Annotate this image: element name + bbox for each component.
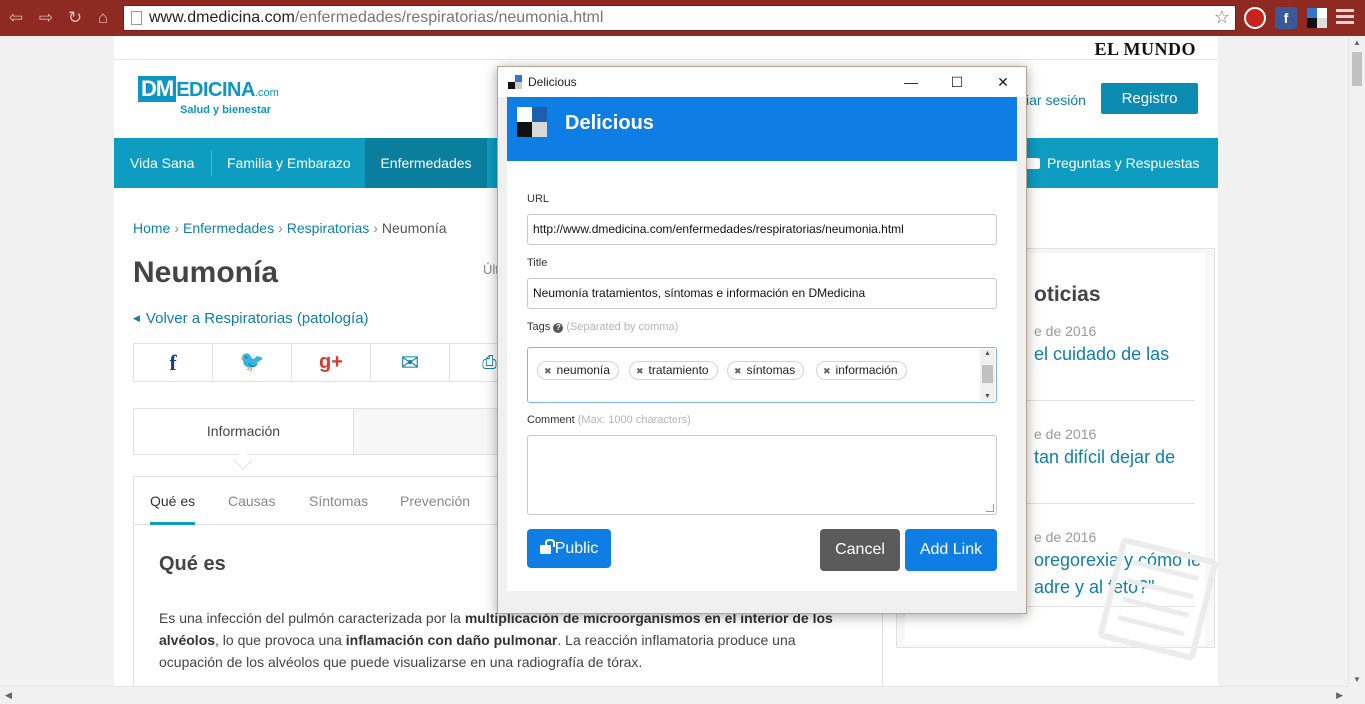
breadcrumb-enfermedades[interactable]: Enfermedades bbox=[183, 220, 274, 236]
sidebar-title: oticias bbox=[1034, 283, 1101, 306]
news-link[interactable]: tan difícil dejar de bbox=[1034, 444, 1175, 471]
section-title: Qué es bbox=[159, 553, 226, 575]
title-field[interactable]: Neumonía tratamientos, síntomas e inform… bbox=[527, 278, 997, 309]
back-arrow-icon[interactable]: ⇦ bbox=[6, 8, 26, 28]
login-link[interactable]: iar sesión bbox=[1026, 92, 1086, 108]
news-link[interactable]: el cuidado de las bbox=[1034, 341, 1169, 368]
nav-item-familia[interactable]: Familia y Embarazo bbox=[227, 138, 351, 188]
news-date: e de 2016 bbox=[1034, 426, 1097, 442]
help-icon[interactable]: ? bbox=[553, 323, 564, 333]
delicious-extension-icon[interactable] bbox=[1306, 7, 1328, 29]
comment-label: Comment (Max. 1000 characters) bbox=[527, 414, 691, 426]
nav-item-preguntas[interactable]: Preguntas y Respuestas bbox=[1026, 138, 1200, 188]
title-label: Title bbox=[527, 257, 548, 269]
tags-input[interactable]: ✖ neumonía ✖ tratamiento ✖ síntomas ✖ inform… bbox=[527, 347, 997, 403]
tab-prevencion[interactable]: Prevención bbox=[400, 477, 470, 525]
remove-tag-icon[interactable]: ✖ bbox=[823, 366, 831, 376]
delicious-logo-icon bbox=[517, 107, 547, 137]
dmedicina-logo[interactable]: DM EDICINA.com Salud y bienestar bbox=[138, 76, 279, 116]
dialog-form: URL http://www.dmedicina.com/enfermedade… bbox=[507, 161, 1017, 591]
minimize-icon[interactable]: — bbox=[896, 71, 926, 93]
triangle-left-icon: ◀ bbox=[133, 313, 140, 323]
adblock-extension-icon[interactable] bbox=[1244, 7, 1266, 29]
breadcrumb-respiratorias[interactable]: Respiratorias bbox=[287, 220, 369, 236]
back-link[interactable]: ◀ Volver a Respiratorias (patología) bbox=[133, 310, 369, 327]
facebook-share-button[interactable]: f bbox=[134, 344, 213, 381]
nav-item-enfermedades[interactable]: Enfermedades bbox=[365, 138, 487, 188]
cancel-button[interactable]: Cancel bbox=[820, 529, 900, 571]
close-icon[interactable]: ✕ bbox=[988, 71, 1018, 93]
public-toggle-button[interactable]: Public bbox=[527, 529, 611, 568]
chat-icon bbox=[1026, 158, 1040, 169]
logo-tagline: Salud y bienestar bbox=[180, 104, 272, 116]
twitter-share-button[interactable]: 🐦 bbox=[213, 344, 292, 381]
breadcrumb-home[interactable]: Home bbox=[133, 220, 170, 236]
el-mundo-logo[interactable]: EL MUNDO bbox=[1094, 39, 1196, 60]
tab-causas[interactable]: Causas bbox=[228, 477, 275, 525]
scroll-thumb[interactable] bbox=[1352, 52, 1362, 86]
url-label: URL bbox=[527, 193, 550, 205]
tag-chip[interactable]: ✖ síntomas bbox=[727, 361, 805, 380]
address-bar[interactable]: www.dmedicina.com/enfermedades/respirato… bbox=[123, 5, 1236, 31]
tab-informacion[interactable]: Información bbox=[134, 409, 354, 454]
add-link-button[interactable]: Add Link bbox=[905, 529, 997, 571]
url-field[interactable]: http://www.dmedicina.com/enfermedades/re… bbox=[527, 214, 997, 245]
remove-tag-icon[interactable]: ✖ bbox=[636, 366, 644, 376]
unlock-icon bbox=[539, 539, 555, 554]
reload-icon[interactable]: ↻ bbox=[65, 8, 85, 28]
url-text: www.dmedicina.com/enfermedades/respirato… bbox=[149, 9, 604, 26]
email-share-button[interactable]: ✉ bbox=[371, 344, 450, 381]
delicious-dialog: Delicious — ☐ ✕ Delicious URL http://www… bbox=[497, 66, 1027, 614]
tags-scrollbar[interactable]: ▲ ▼ bbox=[980, 349, 995, 401]
home-icon[interactable]: ⌂ bbox=[93, 8, 113, 28]
facebook-extension-icon[interactable]: f bbox=[1275, 7, 1297, 29]
news-date: e de 2016 bbox=[1034, 529, 1097, 545]
tag-chip[interactable]: ✖ tratamiento bbox=[629, 361, 718, 380]
breadcrumb-current: Neumonía bbox=[381, 220, 447, 236]
bookmark-star-icon[interactable]: ☆ bbox=[1214, 7, 1230, 28]
tag-chip[interactable]: ✖ información bbox=[816, 361, 907, 380]
horizontal-scrollbar[interactable]: ◀ ▶ bbox=[0, 686, 1348, 704]
dialog-window-title: Delicious bbox=[528, 75, 577, 89]
register-button[interactable]: Registro bbox=[1101, 83, 1198, 114]
google-plus-share-button[interactable]: g+ bbox=[292, 344, 371, 381]
dialog-header-title: Delicious bbox=[565, 112, 654, 134]
forward-arrow-icon[interactable]: ⇨ bbox=[36, 8, 56, 28]
page-title: Neumonía bbox=[133, 256, 279, 289]
delicious-logo-icon bbox=[508, 75, 522, 89]
page-icon bbox=[131, 11, 142, 25]
tab-que-es[interactable]: Qué es bbox=[150, 477, 196, 525]
browser-toolbar: ⇦ ⇨ ↻ ⌂ www.dmedicina.com/enfermedades/r… bbox=[0, 0, 1365, 36]
share-bar: f 🐦 g+ ✉ ⎙ bbox=[133, 343, 523, 382]
tags-label: Tags ? (Separated by comma) bbox=[527, 321, 679, 333]
dialog-titlebar: Delicious — ☐ ✕ bbox=[498, 67, 1026, 97]
news-date: e de 2016 bbox=[1034, 323, 1097, 339]
remove-tag-icon[interactable]: ✖ bbox=[734, 366, 742, 376]
tab-sintomas[interactable]: Síntomas bbox=[309, 477, 368, 525]
maximize-icon[interactable]: ☐ bbox=[942, 71, 972, 93]
comment-textarea[interactable] bbox=[527, 435, 997, 515]
dialog-header: Delicious bbox=[507, 97, 1017, 161]
nav-item-vida-sana[interactable]: Vida Sana bbox=[130, 138, 194, 188]
nav-divider bbox=[211, 150, 212, 176]
breadcrumb: Home › Enfermedades › Respiratorias › Neumonía bbox=[133, 220, 447, 236]
remove-tag-icon[interactable]: ✖ bbox=[544, 366, 552, 376]
divider bbox=[114, 59, 1218, 60]
tag-chip[interactable]: ✖ neumonía bbox=[537, 361, 619, 380]
browser-menu-icon[interactable] bbox=[1336, 9, 1354, 27]
article-paragraph: Es una infección del pulmón caracterizad… bbox=[159, 610, 833, 670]
vertical-scrollbar[interactable]: ▲ ▼ bbox=[1348, 36, 1365, 686]
resize-handle-icon[interactable] bbox=[986, 504, 994, 512]
